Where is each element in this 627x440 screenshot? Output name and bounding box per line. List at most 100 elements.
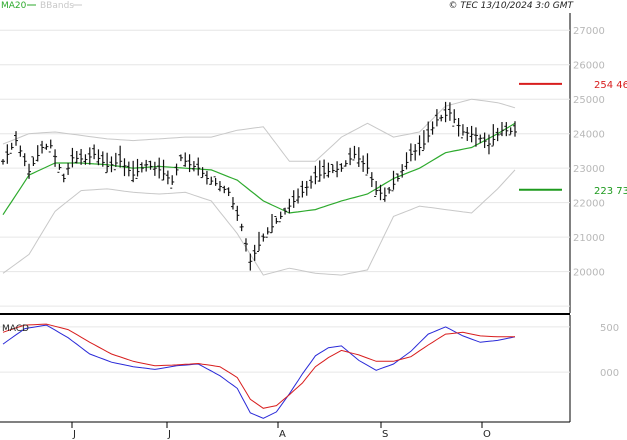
ohlc-bar xyxy=(126,161,131,177)
ohlc-bar xyxy=(9,142,14,154)
signal-line xyxy=(2,323,515,409)
price-tick-label: 27000 xyxy=(573,26,605,37)
ohlc-bar xyxy=(326,162,331,178)
ohlc-bar xyxy=(170,175,175,189)
ohlc-bar xyxy=(66,162,71,175)
price-tick-label: 25000 xyxy=(573,95,605,106)
ohlc-bar xyxy=(417,135,422,156)
ohlc-bar xyxy=(87,147,92,165)
source-stamp: © TEC 13/10/2024 3:0 GMT xyxy=(448,1,574,11)
price-tick-label: 26000 xyxy=(573,61,605,72)
macd-lines-layer xyxy=(2,323,516,419)
ohlc-bar xyxy=(35,145,40,162)
ohlc-bar xyxy=(22,153,27,167)
ohlc-bar xyxy=(452,109,457,127)
ohlc-bar xyxy=(382,187,387,202)
ohlc-bar xyxy=(1,159,5,165)
ohlc-bar xyxy=(187,154,192,173)
ohlc-bar xyxy=(48,139,53,153)
month-label: S xyxy=(382,429,388,440)
ohlc-bar xyxy=(213,176,218,186)
ohlc-bar xyxy=(217,181,222,192)
ohlc-bar xyxy=(191,161,196,172)
ohlc-bar xyxy=(404,152,409,170)
ohlc-bar xyxy=(304,180,309,196)
price-tick-label: 20000 xyxy=(573,268,605,279)
macd-tick-label: 000 xyxy=(600,368,619,379)
month-label: J xyxy=(72,429,76,440)
ohlc-bar xyxy=(421,130,426,152)
ohlc-bar xyxy=(44,143,49,150)
ohlc-bar xyxy=(178,154,183,162)
ohlc-bar xyxy=(356,147,361,167)
ohlc-bar xyxy=(335,161,340,178)
ohlc-bar xyxy=(40,140,45,154)
ohlc-bar xyxy=(291,190,296,208)
ohlc-bar xyxy=(352,145,357,161)
ohlc-bar xyxy=(204,170,209,185)
ohlc-bar xyxy=(322,159,327,179)
ohlc-bar xyxy=(131,160,136,183)
price-gridlines xyxy=(0,29,570,307)
ohlc-bar xyxy=(18,145,23,157)
ohlc-bar xyxy=(439,114,444,122)
ohlc-bar xyxy=(209,176,214,185)
ohlc-bar xyxy=(174,163,179,176)
ohlc-bar xyxy=(61,173,66,183)
ohlc-bar xyxy=(339,163,344,172)
ohlc-bar xyxy=(239,223,244,232)
ohlc-bar xyxy=(109,156,114,173)
ohlc-bar xyxy=(309,175,314,189)
ohlc-bar xyxy=(274,216,279,224)
macd-gridlines xyxy=(0,326,570,373)
ohlc-bar xyxy=(31,156,36,166)
ohlc-bar xyxy=(222,185,227,194)
price-tick-label: 24000 xyxy=(573,130,605,141)
ohlc-bar xyxy=(330,163,335,174)
ohlc-bar xyxy=(287,198,292,214)
ohlc-bar xyxy=(365,153,370,176)
ohlc-bar xyxy=(387,186,392,194)
ohlc-bar xyxy=(265,227,270,238)
ma20-line xyxy=(2,122,516,216)
price-y-axis: 20000 21000 22000 23000 24000 25000 26000 27000 xyxy=(573,26,605,278)
ohlc-bar xyxy=(70,147,75,168)
ohlc-bar xyxy=(278,211,283,223)
ohlc-bar xyxy=(165,170,170,185)
price-tick-label: 23000 xyxy=(573,164,605,175)
ohlc-bar xyxy=(230,197,235,210)
ohlc-bar xyxy=(369,172,374,188)
support-level-label: 223 73 xyxy=(594,186,627,197)
ohlc-bar xyxy=(152,161,157,176)
price-tick-label: 21000 xyxy=(573,233,605,244)
legend-ma20: MA20 xyxy=(1,1,27,11)
month-axis: JJASO xyxy=(71,422,491,440)
ohlc-bar xyxy=(317,160,322,182)
ohlc-bar xyxy=(443,101,448,123)
legend-bbands: BBands xyxy=(40,1,74,11)
month-label: J xyxy=(167,429,171,440)
ohlc-bar xyxy=(113,152,118,171)
ohlc-bar xyxy=(270,213,275,234)
ohlc-bar xyxy=(183,152,188,167)
bband-upper-line xyxy=(2,98,516,162)
macd-panel-label: MACD xyxy=(2,324,29,334)
ohlc-bar xyxy=(196,157,201,176)
macd-tick-label: 500 xyxy=(600,323,619,334)
ohlc-bar xyxy=(92,144,97,160)
ohlc-bar xyxy=(257,231,261,252)
ohlc-bar xyxy=(296,188,301,204)
price-tick-label: 22000 xyxy=(573,199,605,210)
ohlc-bar xyxy=(74,150,79,164)
ohlc-bar xyxy=(226,187,231,197)
ohlc-bar xyxy=(144,159,149,172)
ohlc-bar xyxy=(460,124,465,139)
ohlc-bar xyxy=(5,144,10,164)
ohlc-bar xyxy=(118,145,123,168)
ohlc-bar xyxy=(361,155,366,172)
ohlc-bar xyxy=(408,143,413,162)
ohlc-bar xyxy=(413,144,418,161)
ohlc-bar xyxy=(300,180,305,198)
month-label: A xyxy=(279,429,286,440)
ohlc-bar xyxy=(235,205,240,221)
